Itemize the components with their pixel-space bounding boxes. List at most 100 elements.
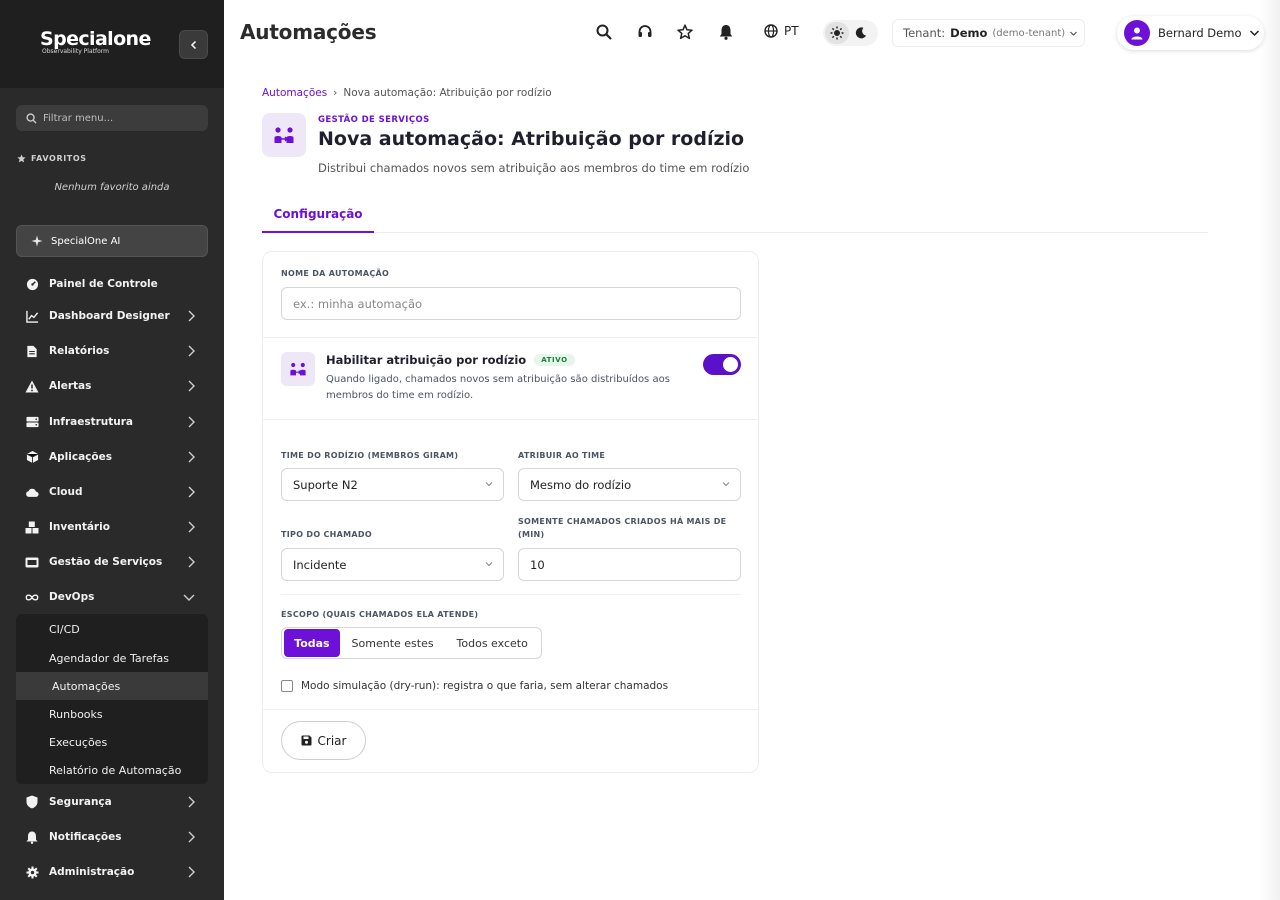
theme-dark-option[interactable]	[849, 22, 873, 44]
chevron-right-icon	[188, 831, 195, 843]
name-field	[281, 287, 741, 320]
sidebar-item-relatorios[interactable]: Relatórios	[16, 337, 208, 365]
toggle-title-label: Habilitar atribuição por rodízio	[326, 353, 527, 367]
automation-form-card: NOME DA AUTOMAÇÃO Habilitar atribuição p…	[262, 251, 759, 773]
breadcrumb-separator: ›	[333, 87, 338, 99]
sidebar-item-alertas[interactable]: Alertas	[16, 372, 208, 400]
sidebar-item-painel[interactable]: Painel de Controle	[16, 270, 208, 298]
star-icon	[17, 154, 26, 163]
sparkle-icon	[31, 235, 43, 247]
enable-rotation-switch[interactable]	[703, 354, 741, 375]
sidebar-item-administracao[interactable]: Administração	[16, 858, 208, 886]
header-notifications-button[interactable]	[717, 23, 735, 41]
theme-toggle[interactable]	[823, 20, 878, 46]
scope-option-somente-estes[interactable]: Somente estes	[342, 628, 444, 658]
users-rotate-icon	[274, 127, 294, 143]
tenant-id: (demo-tenant)	[992, 27, 1066, 39]
theme-light-option[interactable]	[825, 22, 849, 44]
cloud-icon	[25, 485, 39, 499]
language-selector[interactable]: PT	[764, 24, 799, 38]
chevron-right-icon	[188, 521, 195, 533]
ticket-type-value: Incidente	[293, 557, 347, 572]
automation-name-input[interactable]	[293, 296, 740, 311]
sidebar-item-gestao-servicos[interactable]: Gestão de Serviços	[16, 548, 208, 576]
divider	[263, 709, 758, 710]
automation-subtitle: Distribui chamados novos sem atribuição …	[318, 161, 750, 175]
header-favorites-button[interactable]	[676, 23, 694, 41]
scope-option-todos-exceto[interactable]: Todos exceto	[443, 628, 541, 658]
switch-knob	[723, 357, 738, 372]
submenu-item-agendador[interactable]: Agendador de Tarefas	[16, 644, 208, 672]
avatar	[1124, 20, 1150, 46]
age-label: SOMENTE CHAMADOS CRIADOS HÁ MAIS DE (MIN…	[518, 517, 727, 539]
sidebar-search-input[interactable]	[43, 112, 193, 124]
header-search-button[interactable]	[595, 23, 613, 41]
scope-option-todas[interactable]: Todas	[284, 629, 340, 657]
bell-icon	[719, 25, 733, 40]
sidebar-item-aplicacoes[interactable]: Aplicações	[16, 443, 208, 471]
dry-run-checkbox[interactable]	[281, 680, 293, 692]
favorites-title-label: FAVORITOS	[31, 154, 87, 163]
tab-configuracao[interactable]: Configuração	[262, 197, 374, 233]
chevron-right-icon	[188, 486, 195, 498]
chevron-left-icon	[190, 40, 196, 49]
sidebar-item-dashboard-designer[interactable]: Dashboard Designer	[16, 302, 208, 330]
sidebar-item-notificacoes[interactable]: Notificações	[16, 823, 208, 851]
brand-logo[interactable]: Specialone Observability Platform	[40, 29, 151, 55]
tenant-label: Tenant:	[903, 26, 946, 40]
page-kicker: GESTÃO DE SERVIÇOS	[318, 115, 430, 125]
create-button[interactable]: Criar	[281, 721, 366, 760]
age-minutes-input[interactable]	[530, 557, 740, 572]
user-menu[interactable]: Bernard Demo	[1117, 16, 1264, 50]
top-header: Automações PT Tenant: Demo (demo-tenant)…	[224, 0, 1280, 66]
submenu-item-execucoes[interactable]: Execuções	[16, 728, 208, 756]
chevron-right-icon	[188, 345, 195, 357]
scope-label: ESCOPO (QUAIS CHAMADOS ELA ATENDE)	[281, 610, 479, 619]
specialone-ai-button[interactable]: SpecialOne AI	[16, 225, 208, 257]
create-button-label: Criar	[317, 733, 347, 748]
divider	[263, 337, 758, 338]
divider	[281, 594, 741, 595]
sidebar-item-seguranca[interactable]: Segurança	[16, 788, 208, 816]
infinity-icon	[25, 590, 39, 604]
sidebar: Specialone Observability Platform FAVORI…	[0, 0, 224, 900]
language-label: PT	[784, 24, 799, 38]
sidebar-item-devops[interactable]: DevOps	[16, 583, 208, 611]
divider	[263, 419, 758, 420]
chevron-right-icon	[188, 451, 195, 463]
assign-team-select[interactable]: Mesmo do rodízio	[518, 468, 741, 501]
submenu-item-automacoes[interactable]: Automações	[16, 672, 208, 700]
boxes-icon	[25, 520, 39, 534]
shield-icon	[25, 795, 39, 809]
tenant-selector[interactable]: Tenant: Demo (demo-tenant)	[892, 19, 1085, 47]
ticket-type-label: TIPO DO CHAMADO	[281, 530, 372, 539]
tickets-icon	[25, 555, 39, 569]
specialone-ai-label: SpecialOne AI	[51, 235, 121, 247]
page-title: Automações	[240, 20, 377, 44]
submenu-item-runbooks[interactable]: Runbooks	[16, 700, 208, 728]
sidebar-item-infraestrutura[interactable]: Infraestrutura	[16, 408, 208, 436]
header-support-button[interactable]	[636, 23, 654, 41]
file-icon	[25, 344, 39, 358]
collapse-sidebar-button[interactable]	[179, 30, 208, 59]
chevron-right-icon	[188, 310, 195, 322]
sidebar-item-cloud[interactable]: Cloud	[16, 478, 208, 506]
sidebar-item-label: DevOps	[49, 591, 95, 603]
breadcrumb: Automações › Nova automação: Atribuição …	[262, 87, 552, 99]
automation-title: Nova automação: Atribuição por rodízio	[318, 128, 745, 150]
tenant-value: Demo	[950, 26, 988, 40]
bell-icon	[25, 830, 39, 844]
assign-select-value: Mesmo do rodízio	[530, 477, 632, 492]
moon-icon	[855, 27, 867, 39]
submenu-item-cicd[interactable]: CI/CD	[16, 615, 208, 643]
user-icon	[1131, 27, 1143, 40]
team-select[interactable]: Suporte N2	[281, 468, 504, 501]
age-field	[518, 548, 741, 581]
dry-run-option[interactable]: Modo simulação (dry-run): registra o que…	[281, 680, 668, 692]
sidebar-item-inventario[interactable]: Inventário	[16, 513, 208, 541]
submenu-item-relatorio-automacao[interactable]: Relatório de Automação	[16, 756, 208, 784]
breadcrumb-root[interactable]: Automações	[262, 87, 327, 99]
chevron-right-icon	[188, 380, 195, 392]
ticket-type-select[interactable]: Incidente	[281, 548, 504, 581]
gauge-icon	[25, 277, 39, 291]
